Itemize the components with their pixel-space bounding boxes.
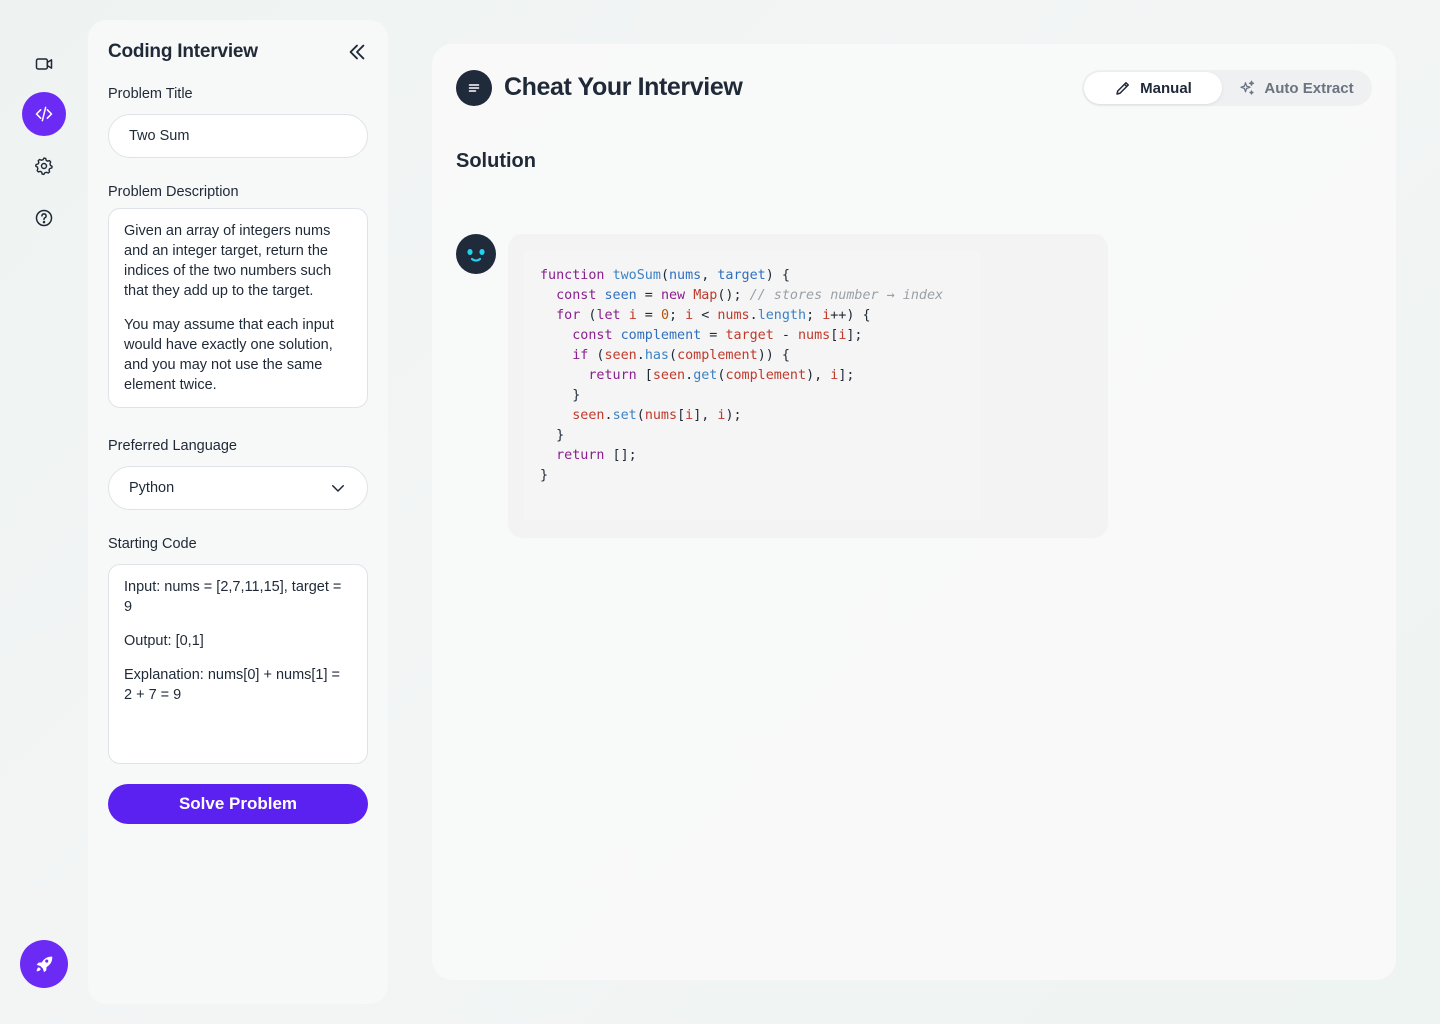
auto-extract-label: Auto Extract [1264,79,1354,97]
chevron-down-icon [332,485,344,492]
collapse-icon[interactable] [346,41,368,63]
starting-code-label: Starting Code [108,536,197,552]
starting-code-line: Explanation: nums[0] + nums[1] = 2 + 7 =… [124,667,341,703]
code-line: const complement = target - nums[i]; [572,328,863,343]
code-line: const seen = new Map(); // stores number… [556,288,944,303]
solution-code: function twoSum(nums, target) { const se… [540,266,943,486]
code-line: } [540,428,565,443]
description-textarea[interactable]: Given an array of integers nums and an i… [108,208,368,408]
code-line: function twoSum(nums, target) { [540,268,790,283]
code-line: } [540,388,581,403]
assistant-avatar-icon [456,234,496,274]
video-icon[interactable] [22,42,66,86]
description-paragraph: Given an array of integers nums and an i… [124,223,332,299]
page-title: Cheat Your Interview [504,73,743,101]
menu-lines-icon[interactable] [456,70,492,106]
starting-code-line: Output: [0,1] [124,633,204,649]
description-label: Problem Description [108,184,239,200]
problem-panel: Coding Interview Problem Title Two Sum P… [88,20,388,1004]
code-line: return []; [556,448,637,463]
starting-code-textarea[interactable]: Input: nums = [2,7,11,15], target = 9 Ou… [108,564,368,764]
manual-mode-button[interactable]: Manual [1084,72,1222,104]
language-label: Preferred Language [108,438,237,454]
code-icon[interactable] [22,92,66,136]
code-line: for (let i = 0; i < nums.length; i++) { [556,308,871,323]
starting-code-line: Input: nums = [2,7,11,15], target = 9 [124,579,342,615]
solution-card: Cheat Your Interview Manual Auto Extract… [432,44,1396,980]
code-line: return [seen.get(complement), i]; [588,368,855,383]
panel-title: Coding Interview [108,41,258,62]
pencil-icon [1116,82,1130,95]
sparkle-icon [1240,80,1255,95]
problem-title-value: Two Sum [129,128,190,144]
auto-extract-button[interactable]: Auto Extract [1222,72,1370,104]
rocket-icon[interactable] [20,940,68,988]
code-line: if (seen.has(complement)) { [572,348,790,363]
manual-mode-label: Manual [1140,79,1192,97]
problem-title-input[interactable]: Two Sum [108,114,368,158]
problem-title-label: Problem Title [108,86,193,102]
mode-toggle: Manual Auto Extract [1082,70,1372,106]
code-line: } [540,468,549,483]
solve-problem-button[interactable]: Solve Problem [108,784,368,824]
help-icon[interactable] [22,196,66,240]
solution-code-block: function twoSum(nums, target) { const se… [508,234,1108,538]
language-value: Python [129,480,175,496]
language-select[interactable]: Python [108,466,368,510]
code-line: seen.set(nums[i], i); [572,408,742,423]
solution-heading: Solution [456,150,536,172]
description-paragraph: You may assume that each input would hav… [124,317,334,393]
settings-icon[interactable] [22,144,66,188]
left-rail [0,0,88,1024]
